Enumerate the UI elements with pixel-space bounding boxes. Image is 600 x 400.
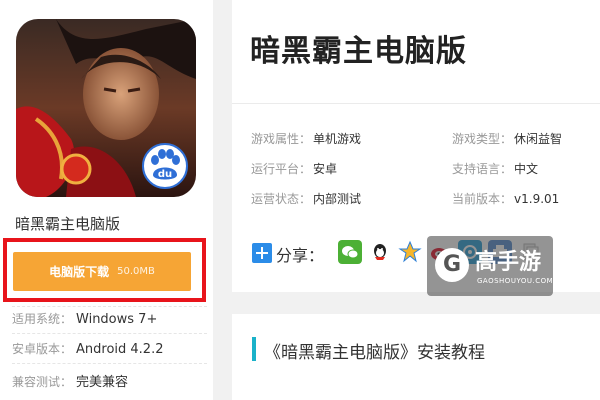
qzone-icon[interactable]	[398, 240, 422, 264]
attr-value: 内部测试	[313, 192, 362, 206]
site-watermark: G 高手游 GAOSHOUYOU.COM	[427, 236, 553, 296]
share-label: 分享：	[276, 246, 325, 265]
spec-value: 完美兼容	[76, 375, 129, 390]
attr-value: 单机游戏	[313, 132, 362, 146]
spec-value: Android 4.2.2	[76, 342, 164, 357]
attr-label: 游戏类型：	[452, 132, 513, 146]
qq-icon[interactable]	[368, 240, 392, 264]
divider	[12, 363, 207, 365]
baidu-badge-label: du	[157, 169, 173, 180]
spec-label: 适用系统：	[12, 312, 73, 326]
divider	[232, 103, 600, 104]
attr-value: 中文	[514, 162, 539, 176]
attr-value: 休闲益智	[514, 132, 563, 146]
attr-label: 当前版本：	[452, 192, 513, 206]
page-title: 暗黑霸主电脑版	[250, 34, 467, 69]
download-label: 电脑版下载	[49, 265, 110, 279]
app-sidebar: du 暗黑霸主电脑版 电脑版下载 50.0MB 适用系统： Windows 7+ …	[0, 0, 213, 400]
attr-game-type: 游戏类型： 休闲益智	[452, 130, 562, 147]
attr-game-property: 游戏属性： 单机游戏	[251, 130, 361, 147]
download-button[interactable]: 电脑版下载 50.0MB	[13, 252, 191, 291]
attr-label: 支持语言：	[452, 162, 513, 176]
attr-label: 游戏属性：	[251, 132, 312, 146]
watermark-logo-icon: G	[435, 248, 469, 282]
app-icon[interactable]: du	[16, 19, 196, 197]
divider	[12, 306, 207, 308]
attr-version: 当前版本： v1.9.01	[452, 190, 559, 207]
app-title: 暗黑霸主电脑版	[15, 215, 121, 233]
spec-android: 安卓版本： Android 4.2.2	[12, 340, 164, 357]
attr-platform: 运行平台： 安卓	[251, 160, 337, 177]
wechat-icon[interactable]	[338, 240, 362, 264]
share-plus-icon[interactable]	[252, 243, 272, 263]
spec-label: 安卓版本：	[12, 342, 73, 356]
baidu-badge-icon: du	[142, 143, 188, 189]
attr-label: 运行平台：	[251, 162, 312, 176]
divider	[12, 333, 207, 335]
spec-value: Windows 7+	[76, 312, 158, 327]
attr-language: 支持语言： 中文	[452, 160, 538, 177]
attr-label: 运营状态：	[251, 192, 312, 206]
attr-status: 运营状态： 内部测试	[251, 190, 361, 207]
watermark-url: GAOSHOUYOU.COM	[477, 277, 554, 285]
spec-compat: 兼容测试： 完美兼容	[12, 371, 128, 390]
spec-system: 适用系统： Windows 7+	[12, 310, 157, 327]
spec-label: 兼容测试：	[12, 375, 73, 389]
download-size: 50.0MB	[117, 266, 155, 277]
watermark-name: 高手游	[475, 250, 542, 275]
section-accent-bar	[252, 337, 256, 361]
attr-value: 安卓	[313, 162, 338, 176]
attr-value: v1.9.01	[514, 192, 560, 206]
section-title[interactable]: 《暗黑霸主电脑版》安装教程	[264, 338, 485, 363]
